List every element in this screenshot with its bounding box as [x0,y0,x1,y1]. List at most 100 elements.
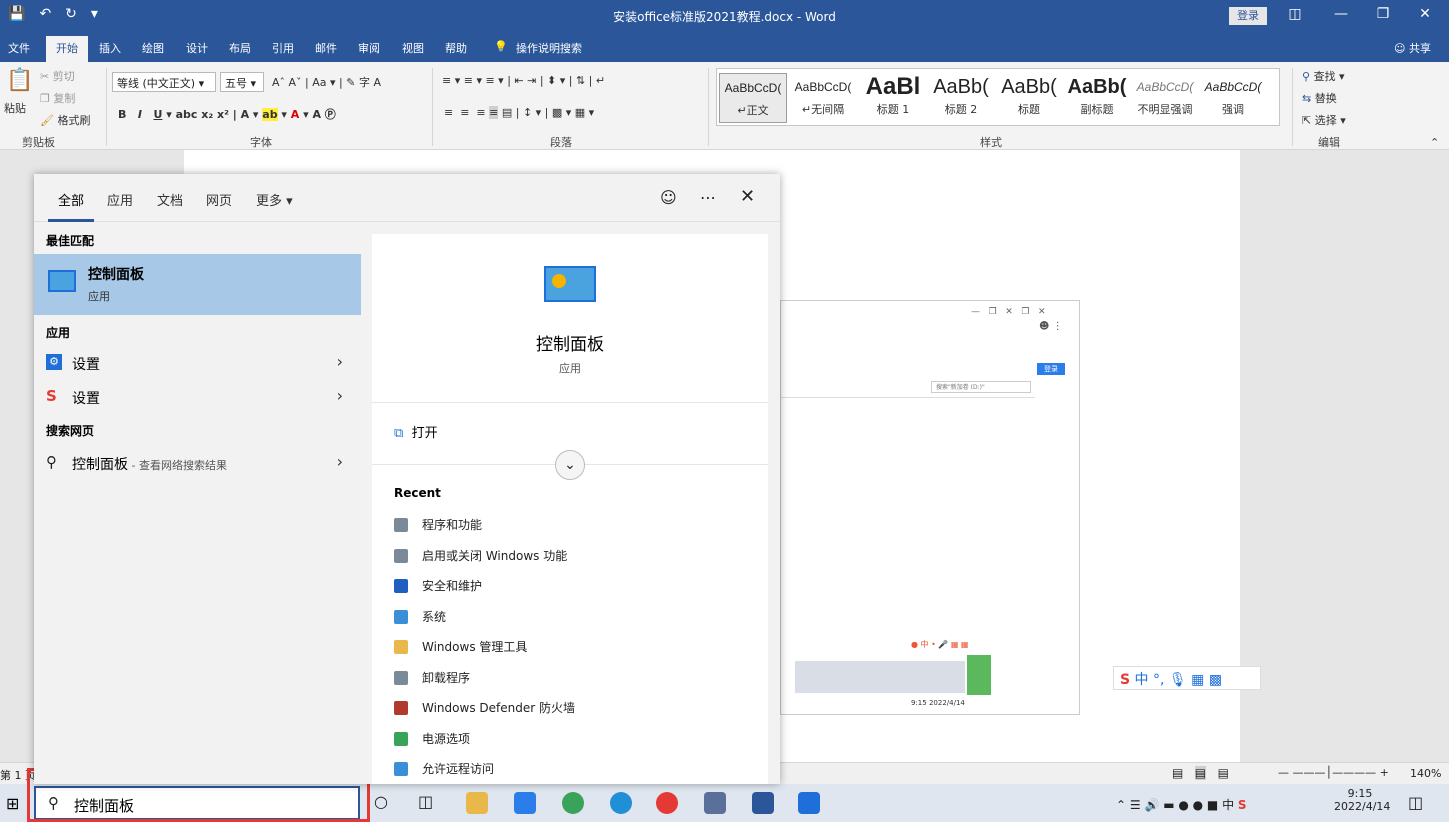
alignment-buttons[interactable]: ≡ ≡ ≡ ≡ ▤ | ↕ ▾ | ▩ ▾ ▦ ▾ [444,106,594,119]
recent-item[interactable]: Windows 管理工具 [394,636,754,658]
close-button[interactable]: ✕ [1410,6,1440,22]
recent-item[interactable]: 卸载程序 [394,667,754,689]
file-explorer-icon[interactable] [466,792,488,814]
style-heading-2[interactable]: AaBb(标题 2 [927,73,995,123]
chevron-right-icon[interactable]: › [337,352,343,371]
recent-item[interactable]: 系统 [394,606,754,628]
tab-home[interactable]: 开始 [46,36,88,62]
style-subtitle[interactable]: AaBb(副标题 [1063,73,1131,123]
minimize-button[interactable]: — [1326,6,1356,22]
style-no-spacing[interactable]: AaBbCcD(↵无间隔 [789,73,857,123]
format-painter-button[interactable]: 🖌 格式刷 [40,112,90,128]
recent-item[interactable]: Windows Defender 防火墙 [394,697,754,719]
embedded-screenshot[interactable]: — ❐ ✕ ❐ ✕ ☻ ⋮ 登录 搜索"新加卷 (D:)" ● 中 • 🎤 ▦ … [780,300,1080,715]
tab-documents[interactable]: 文档 [157,190,183,209]
style-name: 强调 [1222,103,1244,116]
recent-item[interactable]: 启用或关闭 Windows 功能 [394,545,754,567]
tray-ime[interactable]: 中 [1222,798,1234,812]
zoom-slider[interactable]: — ———│———— + [1278,766,1389,779]
copy-button[interactable]: ❐ 复制 [40,90,75,106]
page-indicator[interactable]: 第 1 页 [0,767,36,783]
font-format-buttons[interactable]: B I U ▾ abc x₂ x² | A ▾ ab ▾ A ▾ A Ⓟ [118,106,336,122]
tell-me-search[interactable]: 操作说明搜索 [516,40,582,56]
ribbon-display-icon[interactable]: ◫ [1280,6,1310,22]
tab-insert[interactable]: 插入 [99,40,121,56]
close-icon[interactable]: ✕ [740,186,755,207]
ime-toolbar[interactable]: S 中 °, 🎙 ▦ ▩ [1113,666,1261,690]
sogou-tray-icon[interactable]: S [1238,798,1247,812]
task-view-icon[interactable]: ◫ [418,792,433,811]
tab-help[interactable]: 帮助 [445,40,467,56]
tab-draw[interactable]: 绘图 [142,40,164,56]
font-name-select[interactable]: 等线 (中文正文) ▾ [112,72,216,92]
chevron-right-icon[interactable]: › [337,452,343,471]
ime-mode[interactable]: 中 [1135,672,1149,688]
style-preview: AaBbCcD( [794,80,852,94]
list-buttons[interactable]: ≡ ▾ ≡ ▾ ≡ ▾ | ⇤ ⇥ | ⬍ ▾ | ⇅ | ↵ [442,74,605,87]
taskbar-search-box[interactable]: ⚲ 控制面板 [34,786,360,820]
recent-item[interactable]: 电源选项 [394,728,754,750]
tab-file[interactable]: 文件 [8,40,30,56]
style-title[interactable]: AaBb(标题 [995,73,1063,123]
cut-button[interactable]: ✂ 剪切 [40,68,75,84]
microphone-icon[interactable]: 🎙 [1169,672,1187,688]
select-button[interactable]: ⇱ 选择 ▾ [1302,112,1346,128]
notification-icon[interactable]: ◫ [1408,793,1423,812]
tab-mailings[interactable]: 邮件 [315,40,337,56]
tab-all[interactable]: 全部 [58,190,84,209]
result-web-search[interactable]: ⚲ 控制面板 - 查看网络搜索结果 › [34,448,361,478]
style-normal[interactable]: AaBbCcD(↵正文 [719,73,787,123]
tab-view[interactable]: 视图 [402,40,424,56]
paste-button[interactable]: 粘贴 [4,100,26,116]
tab-review[interactable]: 审阅 [358,40,380,56]
replace-button[interactable]: ⇆ 替换 [1302,90,1337,106]
system-tray[interactable]: ⌃ ☰ 🔊 ▬ ● ● ■ 中 S [1116,796,1247,813]
recent-item-icon [394,640,408,654]
result-settings[interactable]: ⚙ 设置 › [34,348,361,378]
clock[interactable]: 9:15 2022/4/14 [1334,787,1390,813]
font-size-controls[interactable]: Aˆ Aˇ | Aa ▾ | ✎ 字 A [272,74,381,90]
more-options-icon[interactable]: ⋯ [700,188,716,207]
tab-web[interactable]: 网页 [206,190,232,209]
expand-chevron-icon[interactable]: ⌄ [555,450,585,480]
chevron-right-icon[interactable]: › [337,386,343,405]
skin-icon[interactable]: ▩ [1209,672,1222,688]
recent-item[interactable]: 程序和功能 [394,514,754,536]
style-name: 不明显强调 [1137,103,1193,116]
tab-apps[interactable]: 应用 [107,190,133,209]
font-size-select[interactable]: 五号 ▾ [220,72,264,92]
recent-item[interactable]: 允许远程访问 [394,758,754,780]
style-subtle-emphasis[interactable]: AaBbCcD(不明显强调 [1131,73,1199,123]
share-button[interactable]: ☺ 共享 [1394,40,1431,56]
search-input[interactable]: 控制面板 [74,795,134,816]
cortana-icon[interactable]: ○ [374,792,388,811]
punctuation-icon[interactable]: °, [1153,672,1164,688]
zoom-level[interactable]: 140% [1410,767,1441,780]
style-emphasis[interactable]: AaBbCcD(强调 [1199,73,1267,123]
network-app-icon[interactable] [704,792,726,814]
open-button[interactable]: ⧉ 打开 [394,422,438,441]
paste-icon[interactable]: 📋 [6,68,33,93]
ie-icon[interactable] [562,792,584,814]
style-heading-1[interactable]: AaBl 标题 1 [859,73,927,123]
recent-item[interactable]: 安全和维护 [394,575,754,597]
login-button[interactable]: 登录 [1229,7,1267,25]
result-settings-sogou[interactable]: S 设置 › [34,382,361,412]
app-icon[interactable] [798,792,820,814]
mail-icon[interactable] [514,792,536,814]
chrome-icon[interactable] [656,792,678,814]
tab-layout[interactable]: 布局 [229,40,251,56]
tab-references[interactable]: 引用 [272,40,294,56]
tab-more[interactable]: 更多 ▾ [256,190,293,209]
best-match-item[interactable]: 控制面板 应用 [34,254,361,315]
maximize-button[interactable]: ❐ [1368,6,1398,22]
word-icon[interactable] [752,792,774,814]
feedback-icon[interactable]: ☺ [660,188,677,207]
collapse-ribbon-icon[interactable]: ⌃ [1430,136,1439,149]
tab-design[interactable]: 设计 [186,40,208,56]
edge-icon[interactable] [610,792,632,814]
start-button[interactable]: ⊞ [6,794,19,813]
keyboard-icon[interactable]: ▦ [1191,672,1204,688]
find-button[interactable]: ⚲ 查找 ▾ [1302,68,1345,84]
view-buttons[interactable]: ▤ ▤ ▤ [1172,766,1229,780]
